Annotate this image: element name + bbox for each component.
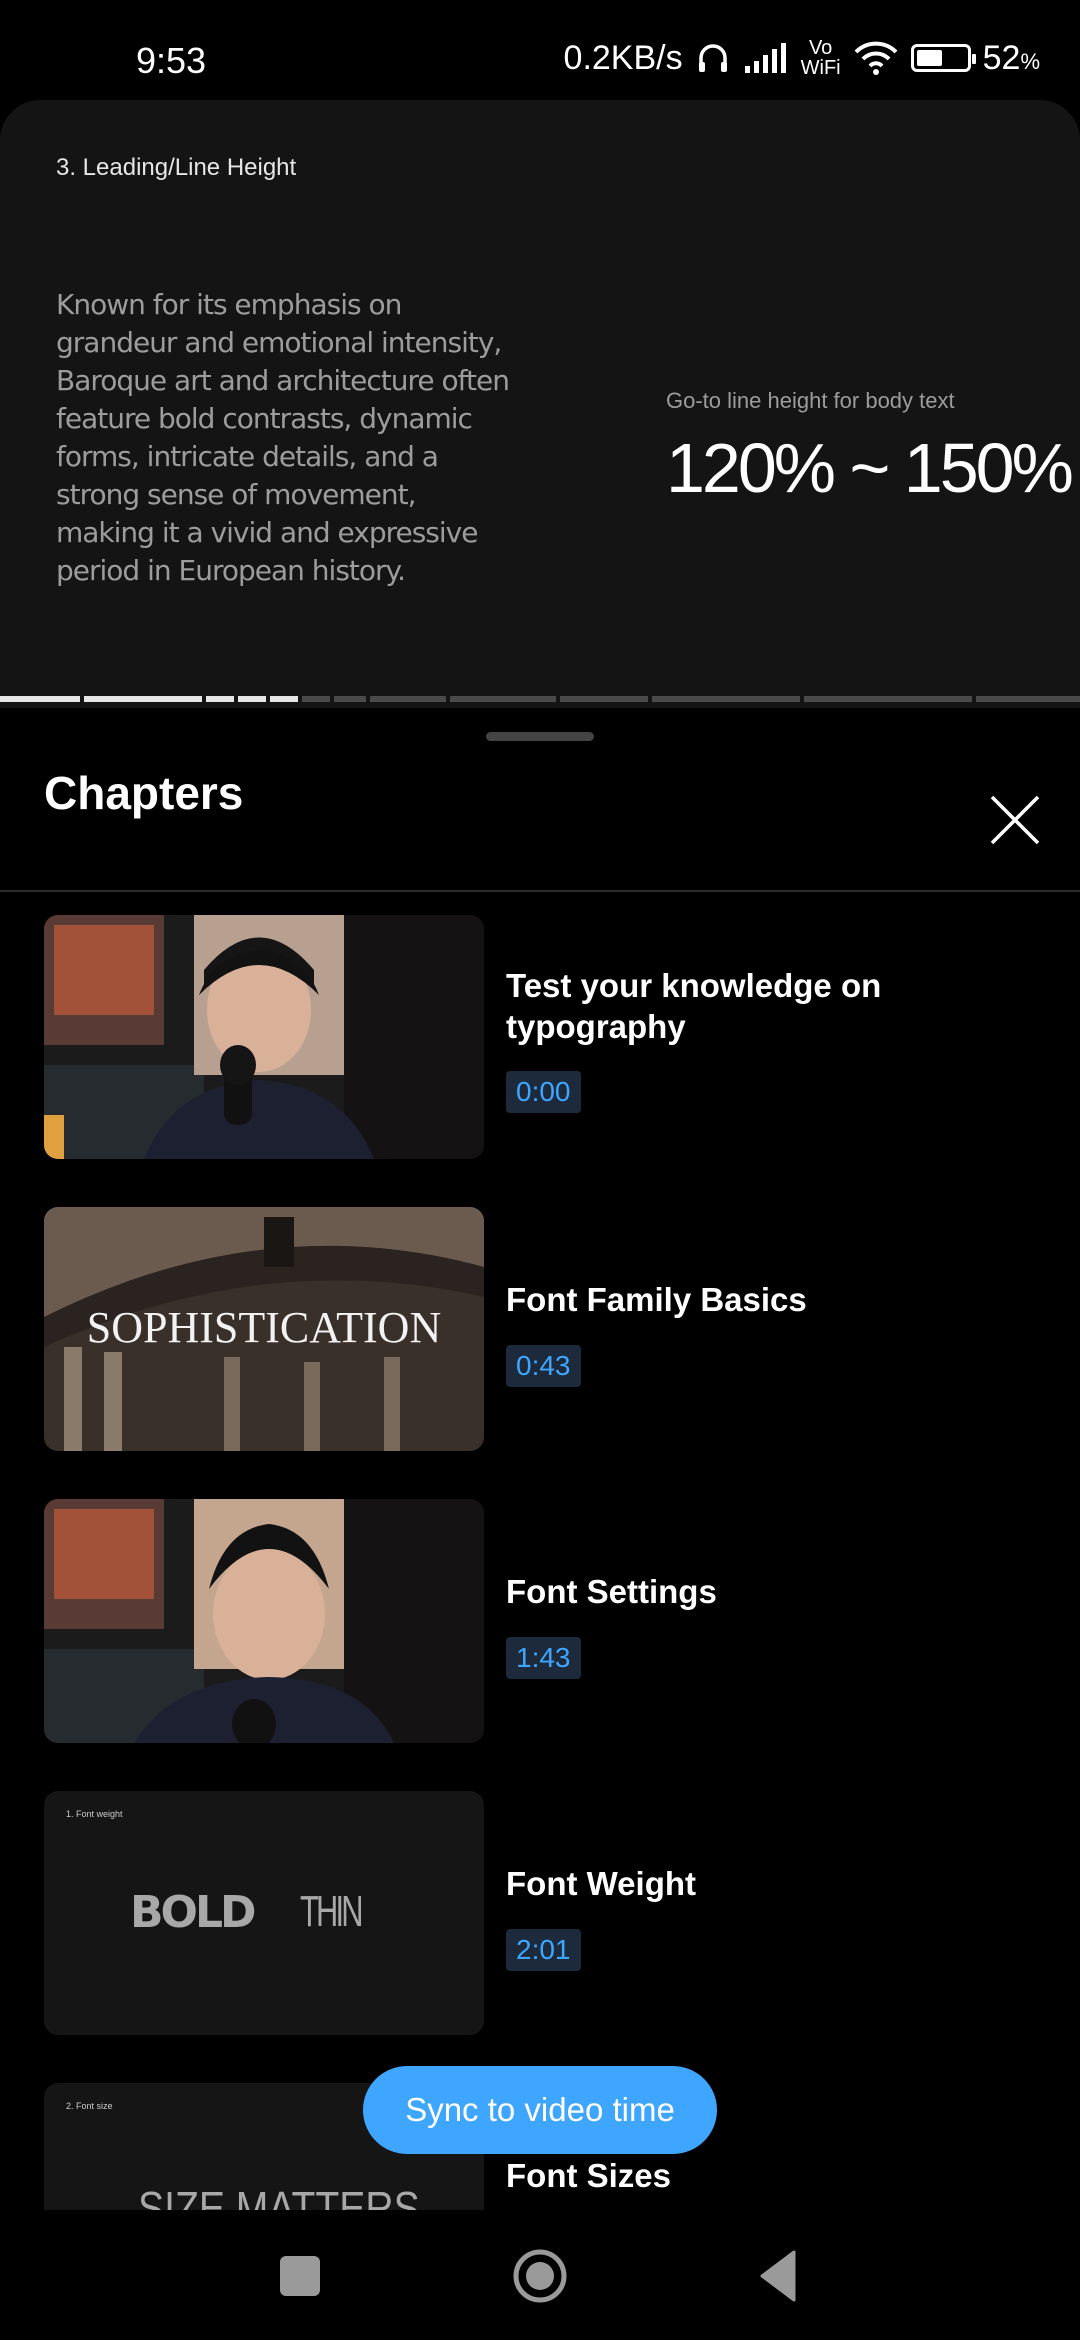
architecture-thumbnail-image: SOPHISTICATION — [44, 1207, 484, 1451]
chapter-progress-segment[interactable] — [0, 696, 80, 702]
chapter-timestamp[interactable]: 2:01 — [506, 1929, 581, 1971]
wifi-icon — [854, 41, 898, 75]
navigation-bar — [0, 2210, 1080, 2340]
chapter-progress-segment[interactable] — [206, 696, 234, 702]
chapter-progress-segment[interactable] — [334, 696, 366, 702]
chapter-title: Font Family Basics — [506, 1281, 807, 1318]
back-icon[interactable] — [758, 2250, 798, 2302]
chapter-timestamp[interactable]: 0:43 — [506, 1345, 581, 1387]
slide-caption: Go-to line height for body text — [666, 388, 955, 413]
chapter-progress-segment[interactable] — [270, 696, 298, 702]
thumbnail-bold-text: BOLD — [130, 1887, 257, 1938]
chapter-title: Font Sizes — [506, 2157, 672, 2194]
drag-handle[interactable] — [486, 732, 594, 741]
sync-to-video-time-button[interactable]: Sync to video time — [363, 2066, 717, 2154]
battery-level: 52% — [982, 38, 1040, 77]
divider — [0, 890, 1080, 892]
chapter-item[interactable]: Font Settings 1:43 — [0, 1499, 1080, 1743]
chapter-progress-segment[interactable] — [450, 696, 556, 702]
chapter-item[interactable]: 1. Font weight BOLD THIN Font Weight 2:0… — [0, 1791, 1080, 2035]
chapter-progress-segment[interactable] — [370, 696, 446, 702]
network-speed: 0.2KB/s — [563, 38, 683, 77]
chapter-thumbnail: SOPHISTICATION — [44, 1207, 484, 1451]
thumbnail-label: 1. Font weight — [66, 1809, 123, 1819]
signal-icon — [744, 43, 786, 73]
slide-value: 120% ~ 150% — [666, 429, 1074, 507]
chapter-progress-segment[interactable] — [302, 696, 330, 702]
status-indicators: 0.2KB/s Vo WiFi 52% — [564, 38, 1040, 78]
status-bar: 9:53 0.2KB/s Vo WiFi 52% — [0, 0, 1080, 100]
chapter-item[interactable]: SOPHISTICATION Font Family Basics 0:43 — [0, 1207, 1080, 1451]
video-frame: 3. Leading/Line Height Known for its emp… — [0, 100, 1080, 708]
volte-bottom: WiFi — [800, 57, 841, 79]
chapter-title: Test your knowledge on typography — [506, 967, 882, 1045]
chapter-progress-bar[interactable] — [0, 696, 1080, 702]
thumbnail-text: SIZE MATTERS — [138, 2182, 420, 2210]
thumbnail-text: SOPHISTICATION — [87, 1303, 441, 1352]
battery-fill — [916, 50, 942, 66]
slide-heading: 3. Leading/Line Height — [56, 154, 297, 181]
chapter-title: Font Weight — [506, 1865, 697, 1902]
recents-icon[interactable] — [280, 2256, 320, 2296]
thumbnail-label: 2. Font size — [66, 2101, 113, 2111]
home-icon[interactable] — [512, 2248, 568, 2304]
battery-unit: % — [1020, 48, 1040, 74]
volte-wifi-label: Vo WiFi — [801, 38, 841, 78]
chapter-progress-segment[interactable] — [804, 696, 972, 702]
close-icon[interactable] — [980, 785, 1050, 855]
status-time: 9:53 — [136, 40, 207, 81]
chapter-thumbnail: 1. Font weight BOLD THIN — [44, 1791, 484, 2035]
video-player[interactable]: 3. Leading/Line Height Known for its emp… — [0, 100, 1080, 708]
chapter-thumbnail — [44, 1499, 484, 1743]
chapter-thumbnail — [44, 915, 484, 1159]
chapter-progress-segment[interactable] — [652, 696, 800, 702]
chapter-progress-segment[interactable] — [560, 696, 648, 702]
chapter-item[interactable]: Test your knowledge on typography 0:00 — [0, 915, 1080, 1159]
chapter-timestamp[interactable]: 1:43 — [506, 1637, 581, 1679]
battery-icon — [910, 44, 976, 72]
volte-top: Vo — [808, 37, 833, 59]
slide-body-text: Known for its emphasis on grandeur and e… — [56, 288, 510, 587]
chapter-progress-segment[interactable] — [976, 696, 1080, 702]
thumbnail-thin-text: THIN — [300, 1887, 363, 1936]
presenter-thumbnail-image — [44, 915, 484, 1159]
chapter-timestamp[interactable]: 0:00 — [506, 1071, 581, 1113]
chapters-panel: Chapters Test your knowledge on typograp… — [0, 708, 1080, 2210]
chapter-progress-segment[interactable] — [84, 696, 202, 702]
chapter-progress-segment[interactable] — [238, 696, 266, 702]
presenter-thumbnail-image — [44, 1499, 484, 1743]
headphones-icon — [698, 44, 727, 72]
chapter-title: Font Settings — [506, 1573, 717, 1610]
panel-title: Chapters — [44, 767, 244, 819]
